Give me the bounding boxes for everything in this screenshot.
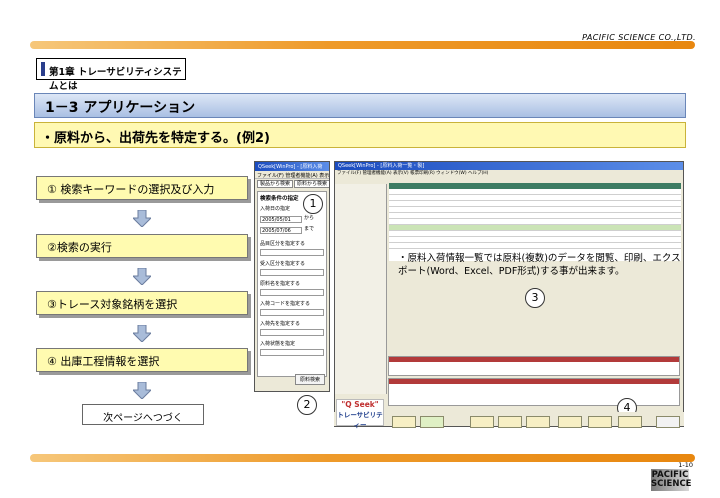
toolbar-button[interactable] <box>392 416 416 428</box>
section-title: 1－3 アプリケーション <box>34 93 686 118</box>
toolbar-button[interactable] <box>420 416 444 428</box>
date-to-field[interactable]: 2005/07/06 <box>260 227 302 234</box>
toolbar-button[interactable] <box>470 416 494 428</box>
menu-bar[interactable]: ファイル(F) 管理者機能(A) 表示(V) 帳票印刷(R) ウィンドウ(W) … <box>335 170 683 176</box>
toolbar-button[interactable] <box>656 416 680 428</box>
filter-field[interactable] <box>260 269 324 276</box>
toolbar-button[interactable] <box>588 416 612 428</box>
top-accent-bar <box>30 41 695 49</box>
down-arrow-icon <box>133 210 151 227</box>
company-name: PACIFIC SCIENCE CO.,LTD. <box>582 33 696 42</box>
qseek-logo: "Q Seek" トレーサビリティー <box>336 399 384 429</box>
filter-field[interactable] <box>260 309 324 316</box>
filter-checkbox[interactable]: 品目区分を指定する <box>260 240 324 247</box>
toolbar-button[interactable] <box>618 416 642 428</box>
material-search-button[interactable]: 原料検索 <box>294 374 325 385</box>
toolbar-button[interactable] <box>558 416 582 428</box>
down-arrow-icon <box>133 382 151 399</box>
plan-table[interactable] <box>388 356 680 376</box>
table-row[interactable] <box>389 243 681 249</box>
brand-line2: SCIENCE <box>651 479 692 489</box>
step-3-box: ③トレース対象銘柄を選択 <box>36 291 248 315</box>
date-from-suffix: から <box>304 215 315 221</box>
down-arrow-icon <box>133 325 151 342</box>
callout-1: 1 <box>303 194 323 214</box>
filter-field[interactable] <box>260 329 324 336</box>
window-title: QSeek[WinPro] - [原料入荷 <box>255 162 329 171</box>
callout-3: 3 <box>525 288 545 308</box>
tab-product-search[interactable]: 製品から検索 <box>257 180 294 188</box>
shipment-table[interactable] <box>388 378 680 406</box>
bottom-accent-bar <box>30 454 695 462</box>
step-2-box: ②検索の実行 <box>36 234 248 258</box>
window-title: QSeek[WinPro] - [原料入荷一覧・製] <box>335 162 683 170</box>
chapter-label: 第1章 トレーサビリティシステムとは <box>36 58 186 92</box>
filter-checkbox[interactable]: 入荷状態を指定 <box>260 340 324 347</box>
logo-line1: "Q Seek" <box>341 400 379 409</box>
logo-line2: トレーサビリティー <box>337 411 383 429</box>
section-subtitle: ・原料から、出荷先を特定する。(例2) <box>34 122 686 148</box>
filter-checkbox[interactable]: 受入区分を指定する <box>260 260 324 267</box>
description-note: ・原料入荷情報一覧では原料(複数)のデータを閲覧、印刷、エクスポート(Word、… <box>398 253 681 277</box>
menu-bar[interactable]: ファイル(F) 管理者機能(A) 表示 <box>255 171 329 179</box>
filter-checkbox[interactable]: 原料名を指定する <box>260 280 324 287</box>
page-number: 1-10 <box>678 461 693 469</box>
toolbar-button[interactable] <box>526 416 550 428</box>
brand-logo: PACIFIC SCIENCE <box>651 469 692 491</box>
toolbar-button[interactable] <box>498 416 522 428</box>
date-to-suffix: まで <box>304 226 315 232</box>
filter-field[interactable] <box>260 349 324 356</box>
filter-checkbox[interactable]: 入荷先を指定する <box>260 320 324 327</box>
down-arrow-icon <box>133 268 151 285</box>
step-4-box: ④ 出庫工程情報を選択 <box>36 348 248 372</box>
callout-2: 2 <box>297 395 317 415</box>
side-search-panel <box>335 184 387 394</box>
filter-field[interactable] <box>260 289 324 296</box>
next-page-label: 次ページへつづく <box>82 404 204 425</box>
filter-field[interactable] <box>260 249 324 256</box>
search-panel: 検索条件の指定 入荷日の指定 2005/05/01 から 2005/07/06 まで… <box>257 191 327 377</box>
date-from-field[interactable]: 2005/05/01 <box>260 216 302 223</box>
tab-material-search[interactable]: 原料から検索 <box>294 180 329 188</box>
step-1-box: ① 検索キーワードの選択及び入力 <box>36 176 248 200</box>
filter-checkbox[interactable]: 入荷コードを指定する <box>260 300 324 307</box>
